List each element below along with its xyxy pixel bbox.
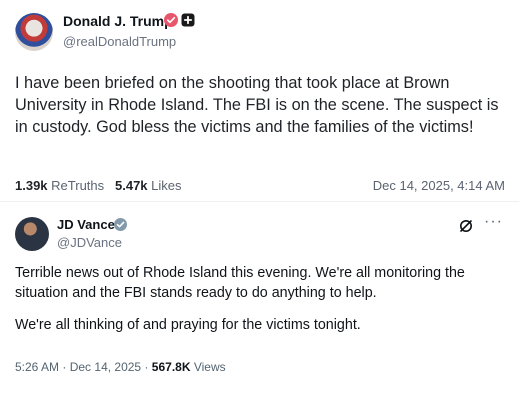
avatar[interactable] — [15, 13, 53, 51]
retruths-label[interactable]: ReTruths — [51, 178, 104, 193]
post-date[interactable]: Dec 14, 2025 — [70, 360, 141, 374]
verified-badge-icon — [164, 13, 178, 27]
handle[interactable]: @realDonaldTrump — [63, 34, 176, 49]
retruths-count[interactable]: 1.39k — [15, 178, 48, 193]
divider — [0, 201, 519, 202]
display-name[interactable]: JD Vance — [57, 217, 115, 232]
more-glyph: ··· — [484, 213, 503, 230]
post-text-paragraph-2: We're all thinking of and praying for th… — [15, 317, 361, 333]
more-icon[interactable]: ··· — [484, 214, 503, 230]
views-count[interactable]: 567.8K — [152, 360, 191, 374]
square-add-icon[interactable] — [181, 13, 195, 27]
post-meta: 5:26 AM · Dec 14, 2025 · 567.8K Views — [15, 360, 226, 374]
post-time[interactable]: 5:26 AM — [15, 360, 59, 374]
verified-badge-icon — [114, 218, 127, 231]
likes-count[interactable]: 5.47k — [115, 178, 148, 193]
likes-label[interactable]: Likes — [151, 178, 181, 193]
handle[interactable]: @JDVance — [57, 235, 122, 250]
meta-separator: · — [62, 360, 67, 374]
engagement-stats: 1.39k ReTruths 5.47k Likes — [15, 178, 182, 193]
x-post: JD Vance @JDVance ··· Terrible news out … — [0, 203, 519, 408]
post-text: Terrible news out of Rhode Island this e… — [15, 263, 505, 335]
grok-icon[interactable] — [458, 218, 474, 234]
display-name[interactable]: Donald J. Trump — [63, 13, 173, 29]
truth-post: Donald J. Trump @realDonaldTrump I have … — [0, 0, 519, 200]
views-label: Views — [193, 360, 226, 374]
meta-separator: · — [144, 360, 149, 374]
timestamp[interactable]: Dec 14, 2025, 4:14 AM — [373, 178, 505, 193]
post-text-paragraph-1: Terrible news out of Rhode Island this e… — [15, 265, 465, 301]
post-text: I have been briefed on the shooting that… — [15, 74, 499, 136]
avatar[interactable] — [15, 217, 49, 251]
